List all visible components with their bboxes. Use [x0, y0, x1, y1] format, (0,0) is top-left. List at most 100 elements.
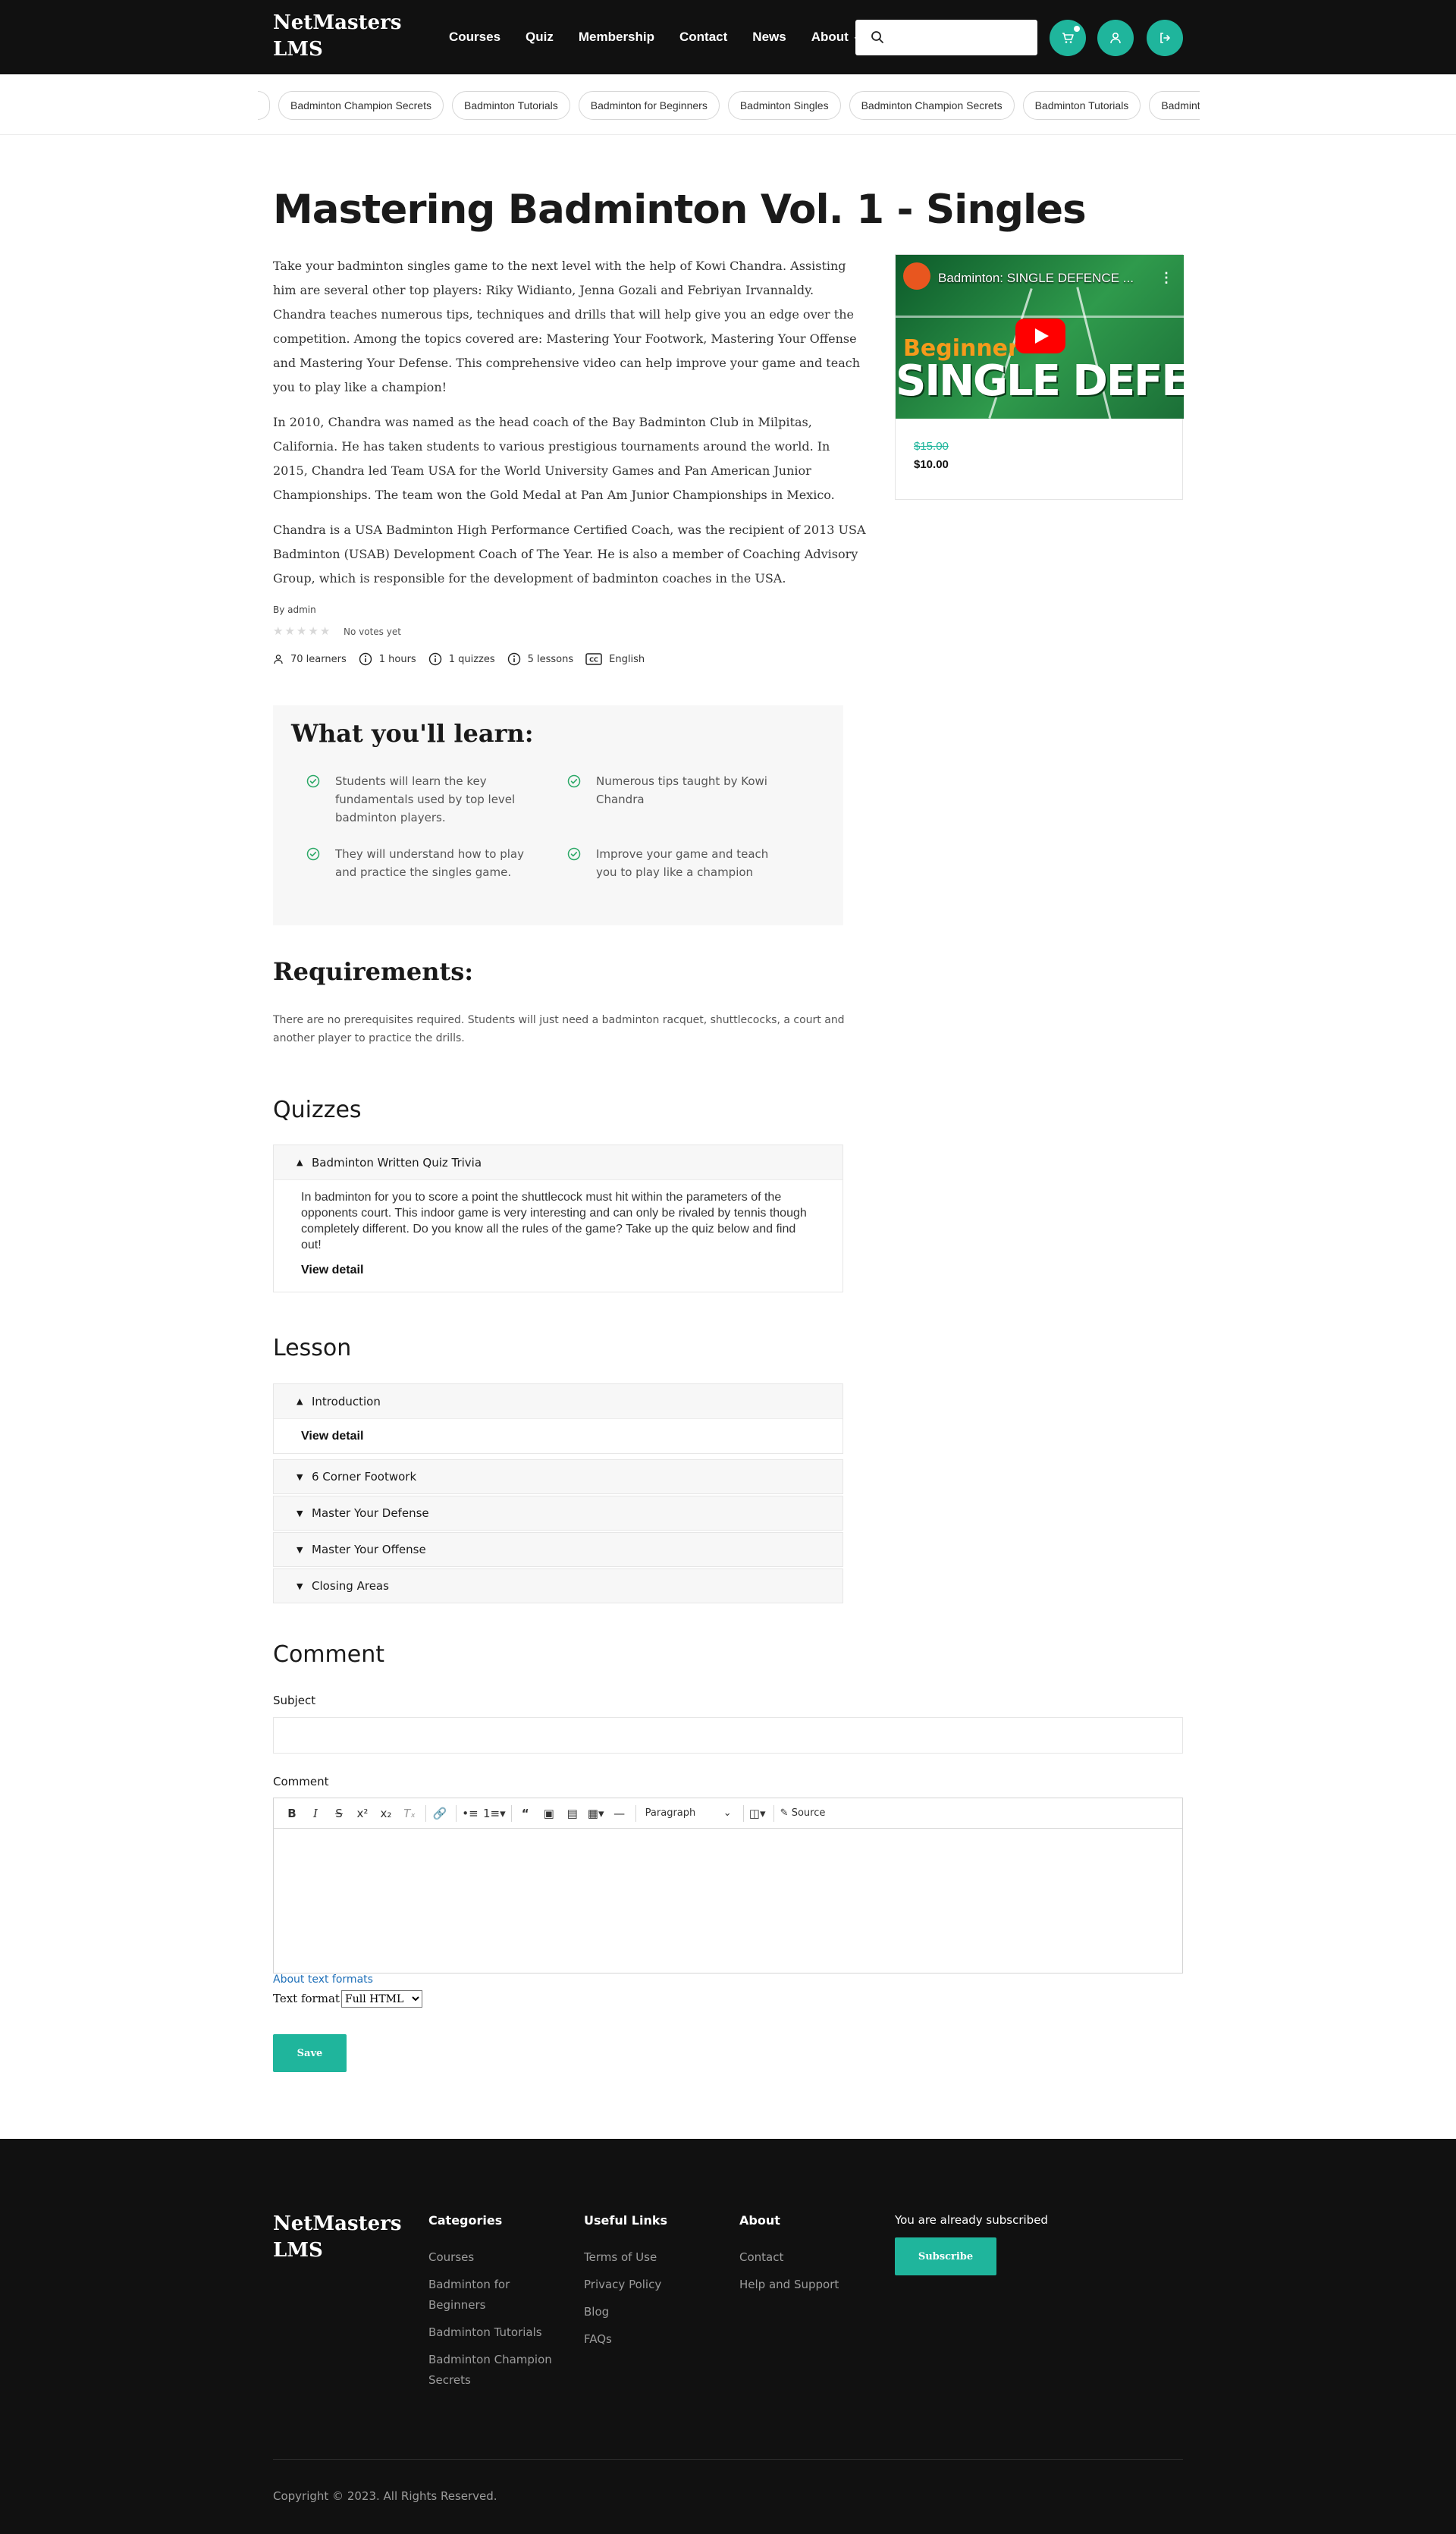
site-footer: NetMasters LMS Categories Courses Badmin… — [0, 2139, 1456, 2534]
image-icon[interactable]: ▣ — [538, 1803, 560, 1824]
tag-item[interactable]: Badminton for Beginners — [578, 91, 720, 120]
more-vertical-icon[interactable]: ⋮ — [1159, 270, 1173, 286]
star-icon[interactable]: ★ — [320, 625, 331, 638]
nav-membership[interactable]: Membership — [579, 30, 654, 45]
lesson-accordion-introduction: ▲ Introduction View detail — [273, 1383, 843, 1454]
footer-link[interactable]: Help and Support — [739, 2275, 868, 2295]
save-button[interactable]: Save — [273, 2034, 347, 2072]
lesson-item-title: Closing Areas — [312, 1579, 389, 1593]
course-author: By admin — [273, 604, 316, 615]
comment-editor: B I S x² x₂ Tₓ 🔗 •≡ 1≡▾ “ ▣ ▤ ▦▾ — Parag… — [273, 1798, 1183, 1974]
requirements-title: Requirements: — [273, 957, 474, 986]
tag-item[interactable]: Badminton Singles — [727, 91, 841, 120]
footer-logo[interactable]: NetMasters LMS — [273, 2211, 402, 2264]
star-icon[interactable]: ★ — [273, 625, 284, 638]
logout-button[interactable] — [1147, 20, 1183, 56]
nav-contact[interactable]: Contact — [679, 30, 727, 45]
footer-link[interactable]: Courses — [428, 2247, 557, 2268]
footer-link[interactable]: Contact — [739, 2247, 868, 2268]
account-button[interactable] — [1097, 20, 1134, 56]
channel-avatar-icon[interactable] — [903, 262, 930, 290]
star-icon[interactable]: ★ — [308, 625, 319, 638]
nav-about[interactable]: About⌵ — [811, 30, 861, 45]
text-format-select[interactable]: Full HTML — [341, 1990, 422, 2008]
stat-lessons: 5 lessons — [507, 652, 573, 666]
lesson-view-detail-link[interactable]: View detail — [301, 1428, 363, 1444]
video-title[interactable]: Badminton: SINGLE DEFENCE ... — [938, 271, 1150, 286]
stat-learners: 70 learners — [273, 654, 347, 665]
footer-link[interactable]: Privacy Policy — [584, 2275, 713, 2295]
table-icon[interactable]: ▦▾ — [585, 1803, 607, 1824]
star-icon[interactable]: ★ — [297, 625, 308, 638]
course-stats: 70 learners 1 hours 1 quizzes 5 lessons … — [273, 652, 657, 666]
nav-quiz[interactable]: Quiz — [526, 30, 554, 45]
rating-stars[interactable]: ★★★★★ — [273, 624, 331, 638]
footer-link[interactable]: FAQs — [584, 2329, 713, 2350]
subscript-icon[interactable]: x₂ — [375, 1803, 397, 1824]
price-current: $10.00 — [914, 458, 949, 471]
course-preview-card: Badminton: SINGLE DEFENCE ... ⋮ Beginner… — [895, 254, 1184, 500]
check-circle-icon — [306, 774, 320, 788]
play-button[interactable] — [1015, 319, 1065, 353]
video-player[interactable]: Badminton: SINGLE DEFENCE ... ⋮ Beginner… — [896, 255, 1184, 419]
info-icon — [507, 652, 520, 666]
subscribe-button[interactable]: Subscribe — [895, 2237, 996, 2275]
nav-news[interactable]: News — [752, 30, 786, 45]
lesson-accordion-header[interactable]: ▲ Introduction — [274, 1384, 843, 1419]
lesson-accordion-item[interactable]: ▼ Closing Areas — [273, 1568, 843, 1603]
paragraph-format-dropdown[interactable]: Paragraph ⌄ — [639, 1803, 738, 1824]
tag-item[interactable]: Badminton Tutorials — [1022, 91, 1141, 120]
comment-title: Comment — [273, 1641, 384, 1668]
tag-item[interactable]: Badminton Champion Secrets — [849, 91, 1015, 120]
footer-categories: Categories Courses Badminton for Beginne… — [428, 2213, 557, 2397]
code-block-icon[interactable]: ◫▾ — [747, 1803, 768, 1824]
comment-textarea[interactable] — [274, 1829, 1182, 1973]
italic-icon[interactable]: I — [305, 1803, 326, 1824]
quiz-accordion-header[interactable]: ▲ Badminton Written Quiz Trivia — [274, 1145, 843, 1180]
stat-quizzes: 1 quizzes — [428, 652, 495, 666]
learn-item: Numerous tips taught by Kowi Chandra — [567, 772, 787, 809]
star-icon[interactable]: ★ — [284, 625, 296, 638]
copyright: Copyright © 2023. All Rights Reserved. — [273, 2489, 497, 2503]
cart-button[interactable] — [1050, 20, 1086, 56]
superscript-icon[interactable]: x² — [352, 1803, 373, 1824]
source-icon: ✎ — [780, 1807, 792, 1819]
search-input[interactable] — [892, 26, 1028, 49]
link-icon[interactable]: 🔗 — [429, 1803, 450, 1824]
remove-format-icon[interactable]: Tₓ — [399, 1803, 420, 1824]
lesson-accordion-item[interactable]: ▼ Master Your Offense — [273, 1532, 843, 1567]
horizontal-line-icon[interactable]: — — [609, 1803, 630, 1824]
lesson-accordion-item[interactable]: ▼ 6 Corner Footwork — [273, 1459, 843, 1494]
site-logo[interactable]: NetMasters LMS — [273, 10, 402, 63]
tag-item[interactable]: Badminton Champion Secrets — [278, 91, 444, 120]
footer-link[interactable]: Badminton Tutorials — [428, 2322, 557, 2343]
text-format-label: Text format — [273, 1992, 340, 2005]
tag-item[interactable]: Badminton Tutorials — [452, 91, 570, 120]
bold-icon[interactable]: B — [281, 1803, 303, 1824]
footer-link[interactable]: Badminton for Beginners — [428, 2275, 557, 2316]
learn-item-text: Improve your game and teach you to play … — [596, 847, 769, 879]
bulleted-list-icon[interactable]: •≡ — [460, 1803, 481, 1824]
chevron-up-icon: ▲ — [297, 1157, 303, 1167]
footer-link[interactable]: Badminton Champion Secrets — [428, 2350, 557, 2391]
footer-link[interactable]: Blog — [584, 2302, 713, 2322]
comment-label: Comment — [273, 1775, 329, 1788]
tag-partial[interactable] — [258, 91, 270, 120]
chevron-down-icon: ⌄ — [723, 1807, 732, 1819]
footer-link[interactable]: Terms of Use — [584, 2247, 713, 2268]
tag-item[interactable]: Badminton for Beginners — [1149, 91, 1200, 120]
subject-input[interactable] — [273, 1717, 1183, 1754]
chevron-up-icon: ▲ — [297, 1396, 303, 1406]
blockquote-icon[interactable]: “ — [515, 1803, 536, 1824]
nav-courses[interactable]: Courses — [449, 30, 500, 45]
lesson-accordion-item[interactable]: ▼ Master Your Defense — [273, 1496, 843, 1531]
strikethrough-icon[interactable]: S — [328, 1803, 350, 1824]
quiz-view-detail-link[interactable]: View detail — [301, 1262, 363, 1278]
learn-item-text: Students will learn the key fundamentals… — [335, 774, 516, 824]
source-label: Source — [791, 1807, 826, 1819]
tags-scroller[interactable]: Badminton Champion Secrets Badminton Tut… — [258, 91, 1200, 120]
source-button[interactable]: ✎ Source — [777, 1803, 829, 1824]
media-embed-icon[interactable]: ▤ — [562, 1803, 583, 1824]
numbered-list-icon[interactable]: 1≡▾ — [483, 1803, 506, 1824]
about-text-formats-link[interactable]: About text formats — [273, 1974, 373, 1986]
